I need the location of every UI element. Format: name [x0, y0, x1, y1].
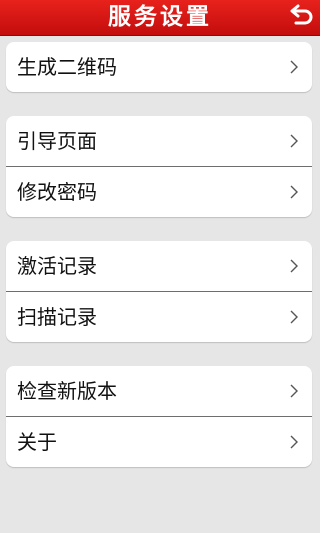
chevron-right-icon — [290, 259, 298, 273]
menu-item-change-password[interactable]: 修改密码 — [6, 166, 312, 217]
menu-item-label: 检查新版本 — [17, 379, 117, 403]
menu-item-label: 关于 — [17, 430, 57, 454]
menu-item-about[interactable]: 关于 — [6, 416, 312, 467]
menu-item-label: 激活记录 — [17, 254, 97, 278]
title-bar: 服务设置 — [0, 0, 320, 36]
chevron-right-icon — [290, 134, 298, 148]
menu-item-scan-records[interactable]: 扫描记录 — [6, 291, 312, 342]
menu-item-label: 扫描记录 — [17, 305, 97, 329]
menu-item-guide-page[interactable]: 引导页面 — [6, 116, 312, 166]
chevron-right-icon — [290, 185, 298, 199]
menu-item-label: 生成二维码 — [17, 55, 117, 79]
chevron-right-icon — [290, 435, 298, 449]
chevron-right-icon — [290, 310, 298, 324]
page-title: 服务设置 — [108, 4, 212, 30]
menu-item-label: 修改密码 — [17, 180, 97, 204]
menu-item-check-update[interactable]: 检查新版本 — [6, 366, 312, 416]
menu-item-label: 引导页面 — [17, 129, 97, 153]
back-arrow-icon — [290, 4, 313, 25]
settings-group-app: 检查新版本 关于 — [6, 366, 312, 467]
settings-group-records: 激活记录 扫描记录 — [6, 241, 312, 342]
back-button[interactable] — [288, 4, 314, 30]
menu-item-generate-qr-code[interactable]: 生成二维码 — [6, 42, 312, 92]
menu-item-activation-records[interactable]: 激活记录 — [6, 241, 312, 291]
chevron-right-icon — [290, 384, 298, 398]
settings-group-account: 引导页面 修改密码 — [6, 116, 312, 217]
chevron-right-icon — [290, 60, 298, 74]
settings-group-qrcode: 生成二维码 — [6, 42, 312, 92]
